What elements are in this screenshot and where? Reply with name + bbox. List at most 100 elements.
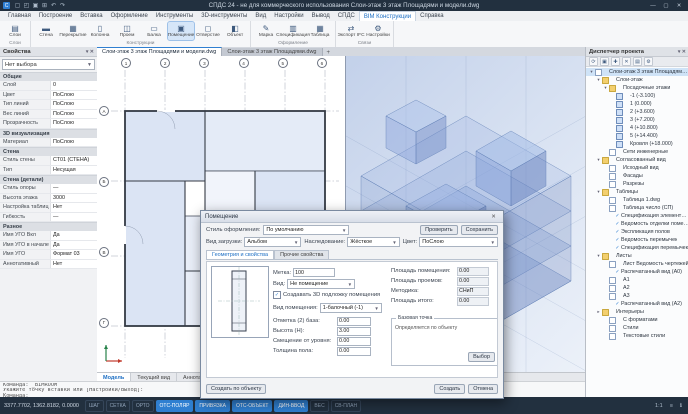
quick-access-button[interactable]: ▣ (31, 1, 40, 10)
cancel-button[interactable]: Отмена (468, 384, 498, 394)
property-value[interactable]: Нет (50, 260, 97, 269)
quick-access-button[interactable]: ▢ (13, 1, 22, 10)
tree-item[interactable]: ▸ Интерьеры (586, 308, 688, 316)
dialog-close-icon[interactable]: ✕ (488, 212, 499, 221)
status-mode-button[interactable]: ПРИВЯЗКА (195, 400, 230, 412)
pin-icon[interactable]: ▾ ✕ (86, 49, 94, 55)
properties-section-header[interactable]: 3D визуализация (0, 129, 97, 138)
ribbon-tab[interactable]: Инструменты (152, 11, 197, 21)
property-value[interactable]: 0 (50, 81, 97, 90)
tree-item[interactable]: 1 (0.000) (586, 100, 688, 108)
ribbon-button[interactable]: ▯ Колонна (87, 22, 113, 40)
ribbon-tab[interactable]: BIM Конструкции (359, 11, 416, 21)
ribbon-button[interactable]: ⚙ Настройки (365, 22, 391, 40)
properties-section-header[interactable]: Стена (0, 147, 97, 156)
field-input[interactable] (337, 337, 371, 346)
ribbon-tab[interactable]: СПДС (334, 11, 359, 21)
tree-item[interactable]: ▾ Согласованный вид (586, 156, 688, 164)
close-button[interactable]: ✕ (673, 1, 685, 10)
tree-expander-icon[interactable]: ▾ (596, 189, 601, 195)
ribbon-button[interactable]: ▥ Спецификация (280, 22, 306, 40)
tree-item[interactable]: ▾ Посадочные этажи (586, 84, 688, 92)
status-mode-button[interactable]: ДИН-ВВОД (274, 400, 308, 412)
ribbon-tab[interactable]: Вывод (308, 11, 334, 21)
dialog-tab[interactable]: Прочие свойства (274, 250, 329, 259)
property-value[interactable]: СТ01 (СТЕНА) (50, 156, 97, 165)
tree-expander-icon[interactable]: ▾ (589, 69, 594, 75)
tree-item[interactable]: 2 (+3.600) (586, 108, 688, 116)
tree-item[interactable]: Текстовые стили (586, 332, 688, 340)
status-mode-button[interactable]: СВ-ПЛАН (331, 400, 361, 412)
tree-expander-icon[interactable]: ▾ (596, 77, 601, 83)
ribbon-button[interactable]: ▬ Стена (33, 22, 59, 40)
tree-item[interactable]: ▾ Листы (586, 252, 688, 260)
tree-item[interactable]: ✓ Распечатанный вид (А0) (586, 268, 688, 276)
toolbar-icon[interactable]: ⚙ (644, 57, 653, 66)
status-mode-button[interactable]: СЕТКА (106, 400, 130, 412)
ribbon-tab[interactable]: Вид (251, 11, 270, 21)
toolbar-icon[interactable]: ▤ (633, 57, 642, 66)
tree-item[interactable]: Сети инженерные (586, 148, 688, 156)
tree-item[interactable]: Лист Ведомость чертежей (586, 260, 688, 268)
ribbon-button[interactable]: ◧ Объект (222, 22, 248, 40)
tree-expander-icon[interactable]: ▸ (596, 309, 601, 315)
property-value[interactable]: — (50, 213, 97, 222)
tree-expander-icon[interactable]: ▾ (596, 157, 601, 163)
property-value[interactable]: Да (50, 231, 97, 240)
document-tab[interactable]: Слои-этаж 3 этаж Площадями.dwg (222, 48, 322, 56)
property-value[interactable]: 3000 (50, 194, 97, 203)
toolbar-icon[interactable]: ✚ (611, 57, 620, 66)
property-value[interactable]: — (50, 184, 97, 193)
save-style-button[interactable]: Сохранить (461, 225, 498, 235)
property-value[interactable]: Да (50, 241, 97, 250)
quick-access-button[interactable]: ⊞ (40, 1, 49, 10)
ribbon-tab[interactable]: Справка (416, 11, 448, 21)
basepoint-select-button[interactable]: Выбор (468, 352, 495, 362)
tree-expander-icon[interactable]: ▾ (603, 85, 608, 91)
status-right-item[interactable]: ℹ (678, 401, 684, 411)
tree-item[interactable]: А1 (586, 276, 688, 284)
tree-expander-icon[interactable]: ▾ (596, 253, 601, 259)
quick-access-button[interactable]: ↷ (58, 1, 67, 10)
document-tab[interactable]: Слои-этаж 3 этаж Площадями и модели.dwg (97, 47, 222, 56)
tree-item[interactable]: ✓ Ведомость отделки помещений (586, 220, 688, 228)
property-value[interactable]: ПоСлою (50, 100, 97, 109)
toolbar-icon[interactable]: ✕ (622, 57, 631, 66)
tree-item[interactable]: А3 (586, 292, 688, 300)
ribbon-button[interactable]: ▣ Помещение (168, 22, 194, 40)
status-right-item[interactable]: ≡ (668, 401, 675, 411)
property-value[interactable]: ПоСлою (50, 119, 97, 128)
tree-item[interactable]: ▾ Таблицы (586, 188, 688, 196)
property-value[interactable]: ПоСлою (50, 91, 97, 100)
minimize-button[interactable]: — (647, 1, 659, 10)
tree-item[interactable]: ▾ Слои-этаж (586, 76, 688, 84)
ribbon-button[interactable]: ▭ Балка (141, 22, 167, 40)
status-mode-button[interactable]: ОТС-ОБЪЕКТ (232, 400, 272, 412)
check-button[interactable]: Проверить (420, 225, 458, 235)
vid-dropdown[interactable]: Не помещение ▼ (287, 279, 355, 289)
property-value[interactable]: Несущая (50, 166, 97, 175)
tree-item[interactable]: ▾ Слои-этаж 3 этаж Площадями и модели.dw… (586, 68, 688, 76)
object-selector-dropdown[interactable]: Нет выбора ▼ (2, 59, 95, 70)
status-mode-button[interactable]: ШАГ (85, 400, 104, 412)
field-input[interactable] (337, 347, 371, 356)
ribbon-button[interactable]: ◫ Проем (114, 22, 140, 40)
status-mode-button[interactable]: ОРТО (132, 400, 154, 412)
tree-item[interactable]: Исходный вид (586, 164, 688, 172)
ribbon-button[interactable]: ▦ Перекрытие (60, 22, 86, 40)
tree-item[interactable]: Фасады (586, 172, 688, 180)
tree-item[interactable]: ✓ Ведомость перемычек (586, 236, 688, 244)
create-by-object-button[interactable]: Создать по объекту (206, 384, 266, 394)
tree-item[interactable]: Кровля (+18.000) (586, 140, 688, 148)
tree-item[interactable]: 3 (+7.200) (586, 116, 688, 124)
ribbon-tab[interactable]: Построение (35, 11, 76, 21)
status-mode-button[interactable]: ОТС-ПОЛЯР (156, 400, 194, 412)
properties-section-header[interactable]: Стена (детали) (0, 175, 97, 184)
option-dropdown[interactable]: Альбом ▼ (244, 237, 301, 247)
tree-item[interactable]: 5 (+14.400) (586, 132, 688, 140)
properties-section-header[interactable]: Разное (0, 222, 97, 231)
ribbon-button[interactable]: ▦ Таблица (307, 22, 333, 40)
ribbon-tab[interactable]: Оформление (107, 11, 152, 21)
tree-item[interactable]: Таблица 1.dwg (586, 196, 688, 204)
ribbon-button[interactable]: ⇄ Экспорт IFC (338, 22, 364, 40)
